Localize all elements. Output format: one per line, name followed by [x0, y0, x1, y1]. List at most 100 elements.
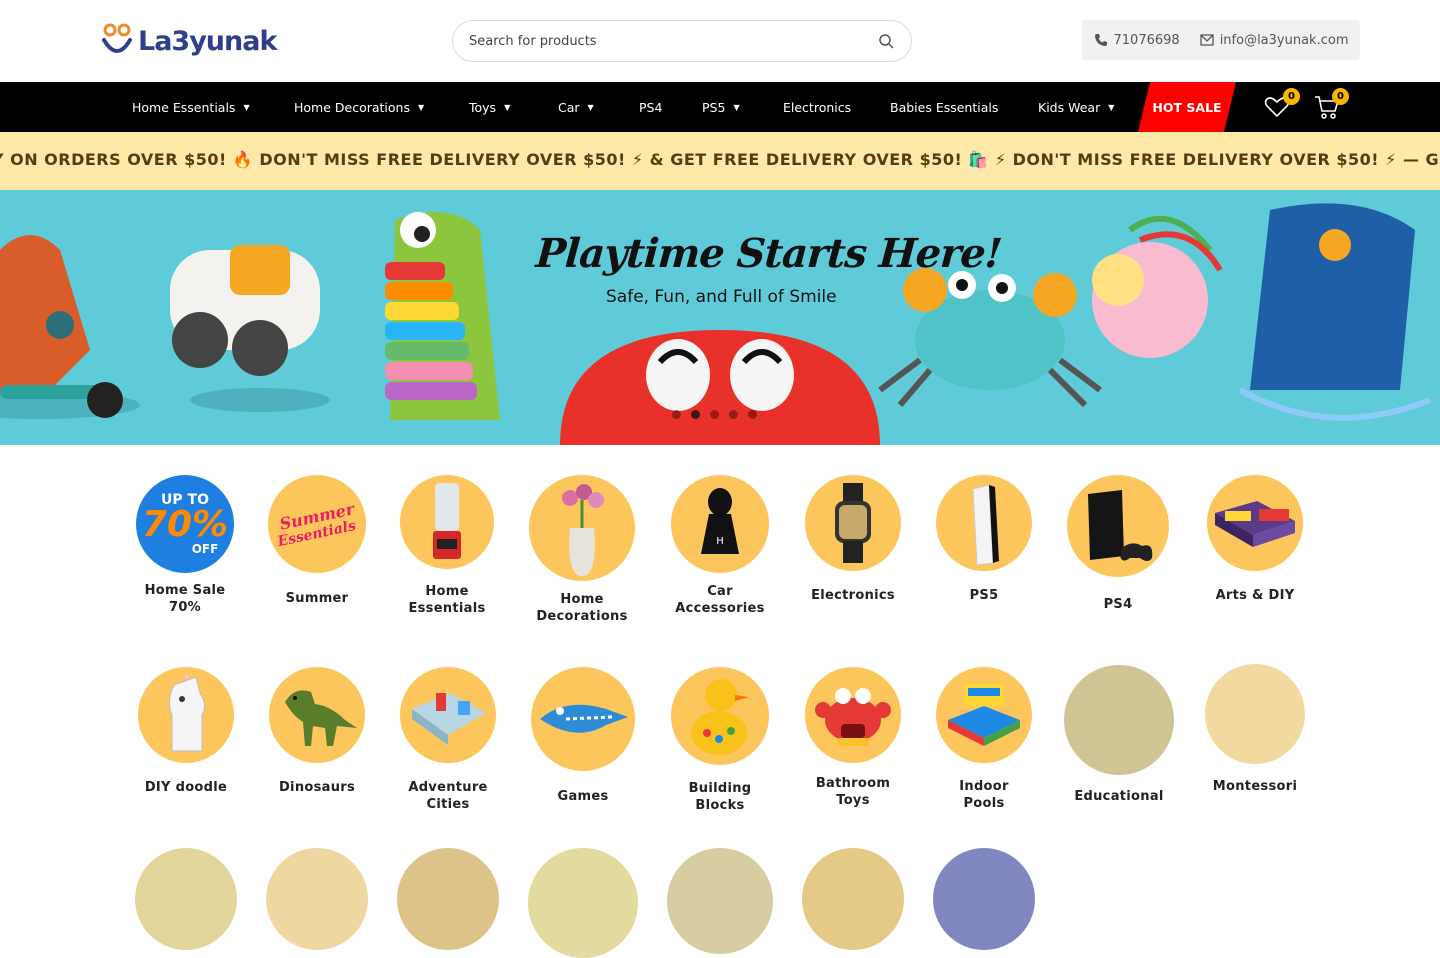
category-ps5[interactable]: PS5	[935, 475, 1033, 604]
wishlist-count-badge: 0	[1283, 88, 1300, 105]
category-building-blocks[interactable]: Building Blocks	[670, 667, 770, 814]
unicorn-image	[138, 667, 234, 763]
slider-dot[interactable]	[672, 410, 681, 419]
search-input[interactable]	[469, 33, 877, 49]
logo-icon	[102, 23, 132, 53]
mail-icon	[1200, 34, 1214, 46]
category-label: Summer	[285, 591, 349, 606]
category-car-accessories[interactable]: H Car Accessories	[670, 475, 770, 617]
nav-item-ps5[interactable]: PS5 ▼	[702, 82, 740, 132]
category-home-decorations[interactable]: Home Decorations	[528, 475, 636, 625]
crocodile-game-image	[531, 667, 635, 771]
nav-label: Babies Essentials	[890, 99, 999, 115]
slider-dot[interactable]	[729, 410, 738, 419]
duck-blocks-image	[671, 667, 769, 765]
category-image	[933, 848, 1035, 950]
svg-text:H: H	[716, 536, 724, 547]
chevron-down-icon: ▼	[504, 102, 511, 112]
category-image	[397, 848, 499, 950]
brand-name: La3yunak	[138, 25, 277, 57]
logo[interactable]: La3yunak	[100, 22, 277, 60]
educational-image	[1064, 665, 1174, 775]
category-label: Home Essentials	[408, 584, 486, 616]
email-contact[interactable]: info@la3yunak.com	[1200, 32, 1349, 48]
slider-dots	[672, 410, 757, 419]
slider-dot[interactable]	[748, 410, 757, 419]
montessori-image	[1205, 664, 1305, 764]
category-image	[266, 848, 368, 950]
slider-dot[interactable]	[710, 410, 719, 419]
category-label: Arts & DIY	[1215, 588, 1295, 603]
phone-icon	[1094, 34, 1107, 46]
category-placeholder[interactable]	[266, 848, 368, 950]
category-label: Dinosaurs	[278, 780, 356, 795]
nav-item-electronics[interactable]: Electronics	[783, 82, 851, 132]
category-montessori[interactable]: Montessori	[1204, 664, 1306, 795]
search-bar	[452, 20, 912, 62]
category-educational[interactable]: Educational	[1064, 665, 1174, 805]
nav-label: Kids Wear	[1038, 99, 1101, 115]
category-image	[667, 848, 773, 954]
category-label: Games	[557, 789, 609, 804]
dinosaur-image	[269, 667, 365, 763]
hero-subtitle: Safe, Fun, and Full of Smile	[606, 287, 837, 307]
category-games[interactable]: Games	[530, 667, 636, 805]
nav-label: Home Essentials	[132, 99, 236, 115]
category-label: Car Accessories	[675, 584, 765, 616]
category-label: PS4	[1103, 597, 1133, 612]
search-icon[interactable]	[877, 32, 895, 50]
category-bathroom-toys[interactable]: Bathroom Toys	[804, 667, 902, 809]
cart-button[interactable]: 0	[1313, 88, 1349, 122]
phone-number: 71076698	[1113, 32, 1180, 48]
ps4-image	[1067, 475, 1169, 577]
city-playset-image	[400, 667, 496, 763]
hero-title: Playtime Starts Here!	[534, 230, 1004, 277]
nav-label: Electronics	[783, 99, 852, 115]
slider-dot[interactable]	[691, 410, 700, 419]
hero-banner[interactable]: Playtime Starts Here! Safe, Fun, and Ful…	[0, 190, 1440, 445]
nav-item-toys[interactable]: Toys ▼	[469, 82, 510, 132]
chevron-down-icon: ▼	[733, 102, 740, 112]
category-image	[528, 848, 638, 958]
nav-label: Car	[558, 99, 580, 115]
category-ps4[interactable]: PS4	[1066, 475, 1170, 613]
sale-line2: 70%	[141, 504, 229, 545]
category-indoor-pools[interactable]: Indoor Pools	[935, 667, 1033, 812]
chevron-down-icon: ▼	[587, 102, 594, 112]
nav-item-home-decorations[interactable]: Home Decorations ▼	[294, 82, 424, 132]
category-home-sale[interactable]: UP TO 70% OFF Home Sale 70%	[135, 475, 235, 616]
wishlist-button[interactable]: 0	[1264, 88, 1300, 122]
category-placeholder[interactable]	[397, 848, 499, 950]
category-image	[802, 848, 904, 950]
category-electronics[interactable]: Electronics	[804, 475, 902, 604]
hero-illustration	[0, 203, 1432, 445]
category-summer[interactable]: Summer Essentials Summer	[267, 475, 367, 607]
nav-item-ps4[interactable]: PS4	[639, 82, 662, 132]
phone-contact[interactable]: 71076698	[1094, 33, 1180, 48]
category-label: Home Decorations	[536, 592, 628, 624]
category-label: Bathroom Toys	[815, 776, 891, 808]
contact-info: 71076698 info@la3yunak.com	[1082, 20, 1360, 60]
category-placeholder[interactable]	[667, 848, 773, 954]
category-home-essentials[interactable]: Home Essentials	[399, 475, 495, 617]
category-diy-doodle[interactable]: DIY doodle	[137, 667, 235, 796]
category-label: Building Blocks	[688, 781, 752, 813]
nav-item-kids-wear[interactable]: Kids Wear ▼	[1038, 82, 1114, 132]
category-arts-diy[interactable]: Arts & DIY	[1206, 475, 1304, 604]
category-placeholder[interactable]	[802, 848, 904, 950]
nav-item-babies-essentials[interactable]: Babies Essentials	[890, 82, 998, 132]
category-placeholder[interactable]	[135, 848, 237, 950]
nav-item-home-essentials[interactable]: Home Essentials ▼	[132, 82, 250, 132]
blender-image	[400, 475, 494, 569]
hot-sale-button[interactable]: HOT SALE	[1138, 82, 1236, 132]
nav-item-car[interactable]: Car ▼	[558, 82, 594, 132]
category-placeholder[interactable]	[933, 848, 1035, 950]
nav-label: Toys	[469, 99, 497, 115]
sale-badge-image: UP TO 70% OFF	[136, 475, 234, 573]
category-dinosaurs[interactable]: Dinosaurs	[268, 667, 366, 796]
email-address: info@la3yunak.com	[1219, 32, 1349, 48]
category-label: Home Sale 70%	[144, 583, 226, 615]
category-placeholder[interactable]	[528, 848, 638, 958]
chevron-down-icon: ▼	[243, 102, 250, 112]
category-adventure-cities[interactable]: Adventure Cities	[399, 667, 497, 813]
